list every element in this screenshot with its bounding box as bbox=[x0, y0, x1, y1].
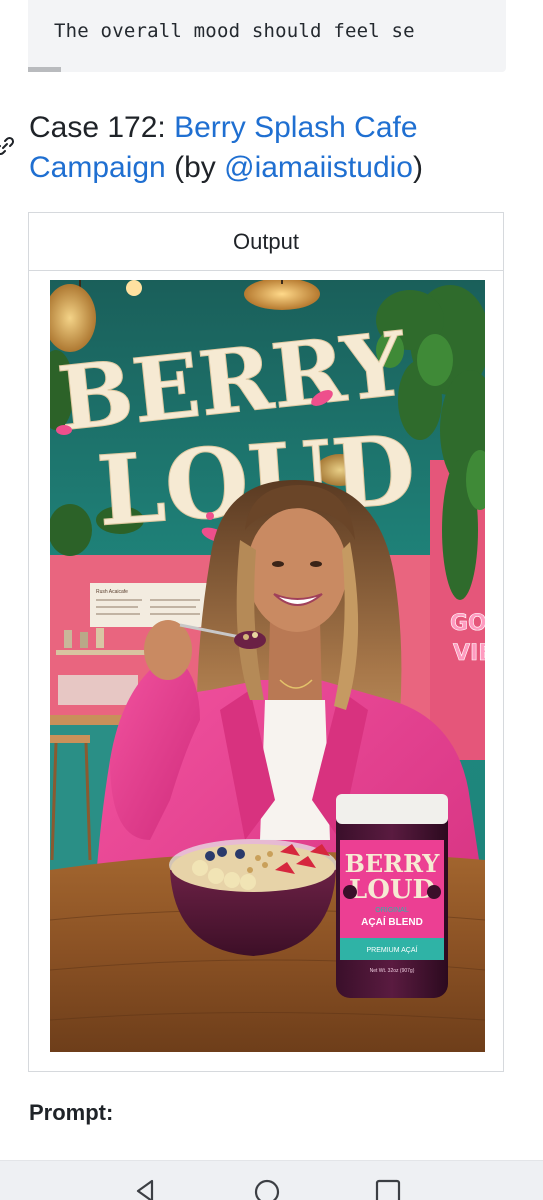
back-triangle-icon[interactable] bbox=[130, 1177, 160, 1200]
by-open: (by bbox=[165, 151, 225, 184]
jar-brand-line2: LOUD bbox=[349, 875, 435, 905]
jar-variant: ORIGINAL bbox=[375, 907, 409, 914]
recents-square-icon[interactable] bbox=[373, 1177, 403, 1200]
neon-sign-line1: GOOD bbox=[450, 611, 485, 636]
jar-tagline: PREMIUM AÇAÍ bbox=[367, 945, 418, 954]
case-number: Case 172: bbox=[29, 111, 175, 144]
output-table: Output Rush Acaicafe GO VI BERRY LOUD BE… bbox=[28, 212, 504, 1072]
neon-sign-line2: VIBES bbox=[453, 641, 485, 666]
jar-brand-line1: BERRY bbox=[345, 849, 441, 878]
page: The overall mood should feel se Case 172… bbox=[0, 0, 543, 1200]
code-text: The overall mood should feel se bbox=[54, 20, 415, 42]
code-block[interactable]: The overall mood should feel se bbox=[28, 0, 506, 72]
by-close: ) bbox=[412, 151, 423, 184]
jar-weight: Net Wt. 32oz (907g) bbox=[370, 968, 415, 974]
prompt-label: Prompt: bbox=[29, 1100, 114, 1125]
menu-board-title: Rush Acaicafe bbox=[96, 589, 128, 595]
system-navigation-bar bbox=[0, 1160, 543, 1200]
poster-illustration: Rush Acaicafe GO VI BERRY LOUD BERRY LOU… bbox=[50, 280, 485, 1052]
case-heading: Case 172: Berry Splash Cafe Campaign (by… bbox=[29, 108, 519, 188]
jar-product: AÇAÍ BLEND bbox=[361, 915, 423, 928]
home-circle-icon[interactable] bbox=[252, 1177, 282, 1200]
product-jar: BERRY LOUD ORIGINAL AÇAÍ BLEND PREMIUM A… bbox=[336, 794, 448, 998]
author-link[interactable]: @iamaiistudio bbox=[224, 151, 413, 184]
table-header-output: Output bbox=[29, 213, 503, 271]
code-scrollbar-thumb[interactable] bbox=[28, 67, 61, 72]
output-image[interactable]: Rush Acaicafe GO VI BERRY LOUD BERRY LOU… bbox=[50, 280, 485, 1052]
link-icon[interactable] bbox=[0, 135, 16, 157]
